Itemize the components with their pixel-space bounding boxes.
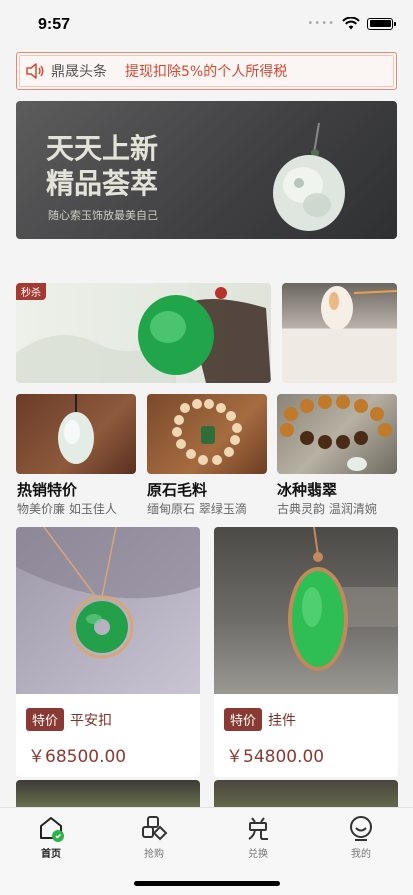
category-title-raw-stone[interactable]: 原石毛料	[147, 479, 207, 500]
product-image-ping-an-kou	[16, 527, 200, 694]
product-price: ￥54800.00	[226, 747, 325, 767]
category-title-hot-sale[interactable]: 热销特价	[17, 479, 77, 500]
battery-icon	[367, 17, 396, 30]
product-image-pendant	[214, 527, 398, 694]
white-jade-image	[321, 286, 397, 330]
product-name: 挂件	[268, 712, 297, 729]
seckill-card[interactable]: 秒杀	[16, 283, 271, 383]
seckill-badge: 秒杀	[16, 283, 46, 300]
tab-exchange[interactable]: 兑换	[228, 814, 288, 860]
category-desc-hot-sale: 物美价廉 如玉佳人	[17, 502, 117, 516]
news-ticker[interactable]: 鼎晟头条 提现扣除5%的个人所得税	[16, 52, 397, 90]
grab-icon	[142, 816, 168, 841]
exchange-icon	[248, 817, 268, 840]
profile-icon	[350, 816, 372, 841]
product-tag: 特价	[26, 708, 65, 731]
product-price: ￥68500.00	[28, 747, 127, 767]
jade-pendant-image	[273, 123, 345, 231]
product-card[interactable]: 特价 平安扣 ￥68500.00	[16, 527, 200, 777]
signal-dots-icon: ••••	[307, 18, 335, 29]
status-bar: 9:57 ••••	[0, 0, 413, 46]
side-promo-card[interactable]	[282, 283, 397, 383]
tab-profile[interactable]: 我的	[331, 814, 391, 860]
speaker-icon	[26, 63, 44, 79]
bottom-tab-bar: 首页 抢购 兑换 我的	[0, 807, 413, 895]
tab-home[interactable]: 首页	[21, 814, 81, 860]
product-name: 平安扣	[70, 712, 113, 729]
wifi-icon	[342, 17, 360, 30]
category-hot-sale-image[interactable]	[16, 394, 136, 474]
status-time: 9:57	[38, 16, 71, 33]
banner-subtitle: 随心索玉饰放最美自己	[48, 209, 158, 222]
category-raw-stone-image[interactable]	[147, 394, 267, 474]
green-jade-image	[16, 287, 271, 383]
category-ice-jade-image[interactable]	[277, 394, 397, 474]
category-desc-raw-stone: 缅甸原石 翠绿玉滴	[147, 502, 247, 516]
status-icons: ••••	[307, 17, 396, 30]
news-label: 鼎晟头条	[51, 64, 107, 80]
banner-title: 天天上新 精品荟萃	[46, 132, 159, 200]
promo-banner[interactable]: 天天上新 精品荟萃 随心索玉饰放最美自己	[16, 101, 397, 239]
home-indicator	[134, 881, 280, 886]
product-tag: 特价	[224, 708, 263, 731]
category-desc-ice-jade: 古典灵韵 温润清婉	[277, 502, 377, 516]
category-title-ice-jade[interactable]: 冰种翡翠	[277, 479, 337, 500]
product-card[interactable]: 特价 挂件 ￥54800.00	[214, 527, 398, 777]
news-text[interactable]: 提现扣除5%的个人所得税	[125, 61, 287, 81]
tab-grab[interactable]: 抢购	[124, 814, 184, 860]
home-icon	[40, 817, 64, 842]
